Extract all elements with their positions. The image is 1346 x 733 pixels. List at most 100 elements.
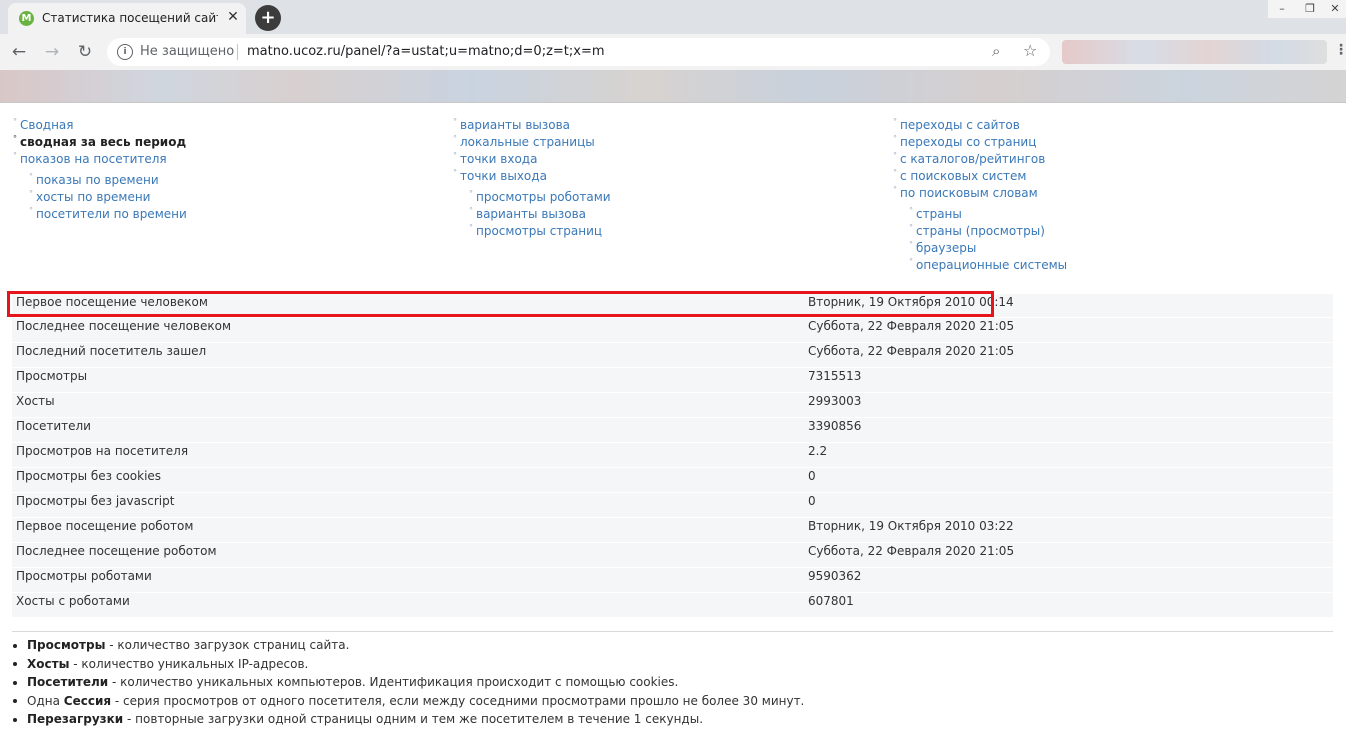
table-row: Посетители 3390856	[12, 418, 1333, 443]
nav-link[interactable]: показы по времени	[36, 173, 159, 187]
info-icon[interactable]: i	[117, 44, 133, 60]
nav-link[interactable]: посетители по времени	[36, 207, 187, 221]
nav-item-svodnaya[interactable]: ° Сводная	[13, 117, 187, 135]
row-value: 607801	[808, 594, 854, 608]
back-icon[interactable]: ←	[8, 41, 30, 63]
legend-item: Посетители - количество уникальных компь…	[12, 675, 804, 694]
row-label: Первое посещение роботом	[16, 519, 194, 533]
nav-link[interactable]: показов на посетителя	[20, 152, 167, 166]
nav-subitem[interactable]: ° просмотры страниц	[469, 223, 611, 241]
row-value: 7315513	[808, 369, 862, 383]
bookmarks-bar[interactable]	[0, 70, 1346, 103]
row-label: Просмотры без cookies	[16, 469, 162, 483]
nav-link[interactable]: страны	[916, 207, 962, 221]
nav-sublist: ° просмотры роботами ° варианты вызова ° пр…	[453, 189, 611, 241]
url-text[interactable]: matno.ucoz.ru/panel/?a=ustat;u=matno;d=0…	[247, 44, 605, 59]
nav-subitem[interactable]: ° хосты по времени	[29, 189, 187, 207]
legend-prefix: Одна	[27, 693, 64, 708]
row-value: 3390856	[808, 419, 862, 433]
divider	[12, 631, 1333, 632]
nav-list: ° переходы с сайтов ° переходы со страниц …	[893, 117, 1067, 203]
nav-link[interactable]: варианты вызова	[476, 207, 586, 221]
table-row: Хосты с роботами 607801	[12, 593, 1333, 618]
nav-item[interactable]: ° варианты вызова	[453, 117, 611, 135]
security-label[interactable]: Не защищено	[140, 44, 234, 59]
row-value: 9590362	[808, 569, 862, 583]
legend-text: - повторные загрузки одной страницы одни…	[123, 712, 704, 727]
nav-link[interactable]: Сводная	[20, 118, 74, 132]
row-label: Хосты с роботами	[16, 594, 130, 608]
nav-item[interactable]: ° с поисковых систем	[893, 168, 1067, 186]
nav-link[interactable]: локальные страницы	[460, 135, 595, 149]
nav-link[interactable]: страны (просмотры)	[916, 224, 1045, 238]
nav-subitem[interactable]: ° показы по времени	[29, 172, 187, 190]
nav-link[interactable]: точки выхода	[460, 169, 547, 183]
nav-link[interactable]: просмотры страниц	[476, 224, 602, 238]
row-value: Суббота, 22 Февраля 2020 21:05	[808, 544, 1015, 558]
legend-term: Сессия	[63, 693, 112, 708]
nav-item[interactable]: ° с каталогов/рейтингов	[893, 151, 1067, 169]
tab-close-icon[interactable]: ✕	[224, 8, 242, 26]
nav-link[interactable]: с поисковых систем	[900, 169, 1026, 183]
nav-link[interactable]: варианты вызова	[460, 118, 570, 132]
nav-item[interactable]: ° точки выхода	[453, 168, 611, 186]
legend-item: Одна Сессия - серия просмотров от одного…	[12, 694, 804, 713]
nav-link[interactable]: переходы с сайтов	[900, 118, 1020, 132]
nav-list: ° Сводная ° сводная за весь период ° показо…	[13, 117, 187, 169]
nav-item[interactable]: ° по поисковым словам	[893, 185, 1067, 203]
nav-subitem[interactable]: ° просмотры роботами	[469, 189, 611, 207]
nav-item[interactable]: ° локальные страницы	[453, 134, 611, 152]
nav-link[interactable]: операционные системы	[916, 258, 1067, 272]
bullet-icon	[13, 680, 17, 685]
minimize-icon[interactable]: –	[1268, 0, 1296, 18]
legend-term: Просмотры	[27, 638, 106, 652]
nav-subitem[interactable]: ° варианты вызова	[469, 206, 611, 224]
row-value: Суббота, 22 Февраля 2020 21:05	[808, 319, 1015, 333]
row-label: Хосты	[16, 394, 55, 408]
nav-link[interactable]: просмотры роботами	[476, 190, 611, 204]
nav-subitem[interactable]: ° браузеры	[909, 240, 1067, 258]
row-label: Последний посетитель зашел	[16, 344, 207, 358]
row-label: Последнее посещение человеком	[16, 319, 232, 333]
menu-icon[interactable]: ⋮	[1334, 42, 1346, 58]
nav-item-pokazov[interactable]: ° показов на посетителя	[13, 151, 187, 169]
nav-subitem[interactable]: ° страны (просмотры)	[909, 223, 1067, 241]
bullet-icon	[13, 643, 17, 648]
table-row: Первое посещение роботом Вторник, 19 Октя…	[12, 518, 1333, 543]
nav-item[interactable]: ° переходы со страниц	[893, 134, 1067, 152]
new-tab-icon[interactable]: +	[255, 5, 281, 31]
nav-item[interactable]: ° точки входа	[453, 151, 611, 169]
row-value: Суббота, 22 Февраля 2020 21:05	[808, 344, 1015, 358]
forward-icon[interactable]: →	[41, 41, 63, 63]
nav-link[interactable]: браузеры	[916, 241, 976, 255]
zoom-icon[interactable]: ⌕	[992, 42, 1000, 60]
nav-link[interactable]: по поисковым словам	[900, 186, 1038, 200]
reload-icon[interactable]: ↻	[74, 41, 96, 63]
nav-column-2: ° варианты вызова ° локальные страницы ° то…	[453, 117, 611, 241]
window-close-icon[interactable]: ✕	[1324, 0, 1346, 18]
nav-item[interactable]: ° переходы с сайтов	[893, 117, 1067, 135]
table-row: Последнее посещение человеком Суббота, 22…	[12, 318, 1333, 343]
address-bar[interactable]: i Не защищено matno.ucoz.ru/panel/?a=ust…	[107, 38, 1050, 66]
star-icon[interactable]: ☆	[1023, 41, 1037, 60]
nav-subitem[interactable]: ° посетители по времени	[29, 206, 187, 224]
legend-item: Хосты - количество уникальных IP-адресов…	[12, 657, 804, 676]
nav-column-1: ° Сводная ° сводная за весь период ° показо…	[13, 117, 187, 224]
browser-toolbar: ← → ↻ i Не защищено matno.ucoz.ru/panel/…	[0, 34, 1346, 70]
extensions-area[interactable]	[1062, 40, 1327, 64]
maximize-icon[interactable]: ❐	[1296, 0, 1324, 18]
row-value: 0	[808, 494, 816, 508]
stats-table: Первое посещение человеком Вторник, 19 Ок…	[12, 294, 1333, 618]
nav-link[interactable]: с каталогов/рейтингов	[900, 152, 1045, 166]
nav-link[interactable]: хосты по времени	[36, 190, 150, 204]
nav-subitem[interactable]: ° страны	[909, 206, 1067, 224]
nav-link[interactable]: переходы со страниц	[900, 135, 1036, 149]
nav-link[interactable]: точки входа	[460, 152, 537, 166]
nav-active-label: сводная за весь период	[20, 135, 187, 149]
browser-tab[interactable]: M Статистика посещений сайта m ✕	[8, 3, 246, 34]
legend-term: Хосты	[27, 656, 70, 671]
table-row: Хосты 2993003	[12, 393, 1333, 418]
nav-subitem[interactable]: ° операционные системы	[909, 257, 1067, 275]
nav-sublist: ° страны ° страны (просмотры) ° браузеры ° о…	[893, 206, 1067, 275]
row-label: Просмотры	[16, 369, 88, 383]
